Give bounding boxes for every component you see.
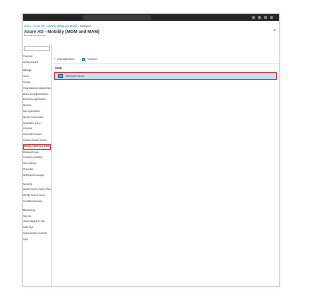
breadcrumb-home[interactable]: Home bbox=[24, 25, 31, 28]
main-content: + Add application Columns NAME Microsoft… bbox=[53, 44, 279, 286]
global-search-box[interactable] bbox=[83, 15, 151, 20]
portal-window: Home › Azure AD › Mobility (MDM and MAM)… bbox=[22, 13, 280, 287]
sidebar-item-getting-started[interactable]: Getting started bbox=[23, 60, 51, 66]
close-icon[interactable]: × bbox=[273, 29, 276, 34]
add-application-button[interactable]: + Add application bbox=[53, 57, 74, 61]
page-subtitle: Azure Active Directory bbox=[24, 35, 46, 37]
toolbar: + Add application Columns bbox=[53, 56, 97, 62]
help-icon[interactable] bbox=[264, 16, 267, 19]
columns-icon bbox=[82, 57, 86, 61]
column-header-name[interactable]: NAME bbox=[55, 67, 62, 70]
sidebar-item-notifications-settings[interactable]: Notifications settings bbox=[23, 173, 51, 179]
add-application-label: Add application bbox=[57, 57, 75, 61]
breadcrumb-azure-ad[interactable]: Azure AD bbox=[34, 25, 45, 28]
blade-header: Azure AD - Mobility (MDM and MAM) Azure … bbox=[23, 29, 279, 42]
breadcrumb-separator: › bbox=[31, 24, 33, 28]
sidebar-item-logs[interactable]: Logs bbox=[23, 237, 51, 243]
top-bar bbox=[23, 14, 279, 21]
toolbar-divider bbox=[53, 63, 279, 64]
sidebar-item-conditional-access[interactable]: Conditional Access bbox=[23, 199, 51, 205]
plus-icon: + bbox=[53, 56, 56, 61]
settings-icon[interactable] bbox=[258, 16, 261, 19]
table-row[interactable]: Microsoft Intune bbox=[54, 72, 277, 80]
breadcrumb-configure: Configure bbox=[79, 24, 92, 28]
sidebar: Overview Getting started Manage Users Groups… bbox=[23, 44, 52, 286]
page-title: Azure AD - Mobility (MDM and MAM) bbox=[24, 29, 100, 34]
sidebar-search-input[interactable] bbox=[24, 46, 50, 51]
top-bar-icons bbox=[252, 16, 273, 19]
breadcrumb-separator: › bbox=[45, 24, 47, 28]
account-avatar[interactable] bbox=[270, 16, 273, 19]
intune-icon bbox=[58, 74, 63, 78]
columns-button[interactable]: Columns bbox=[82, 57, 98, 61]
notifications-icon[interactable] bbox=[252, 16, 255, 19]
breadcrumb-separator: › bbox=[77, 24, 79, 28]
sidebar-list: Overview Getting started Manage Users Groups… bbox=[23, 54, 51, 243]
breadcrumb-mobility[interactable]: Mobility (MDM and MAM) bbox=[48, 25, 77, 28]
row-name: Microsoft Intune bbox=[66, 74, 85, 78]
columns-label: Columns bbox=[87, 57, 98, 61]
